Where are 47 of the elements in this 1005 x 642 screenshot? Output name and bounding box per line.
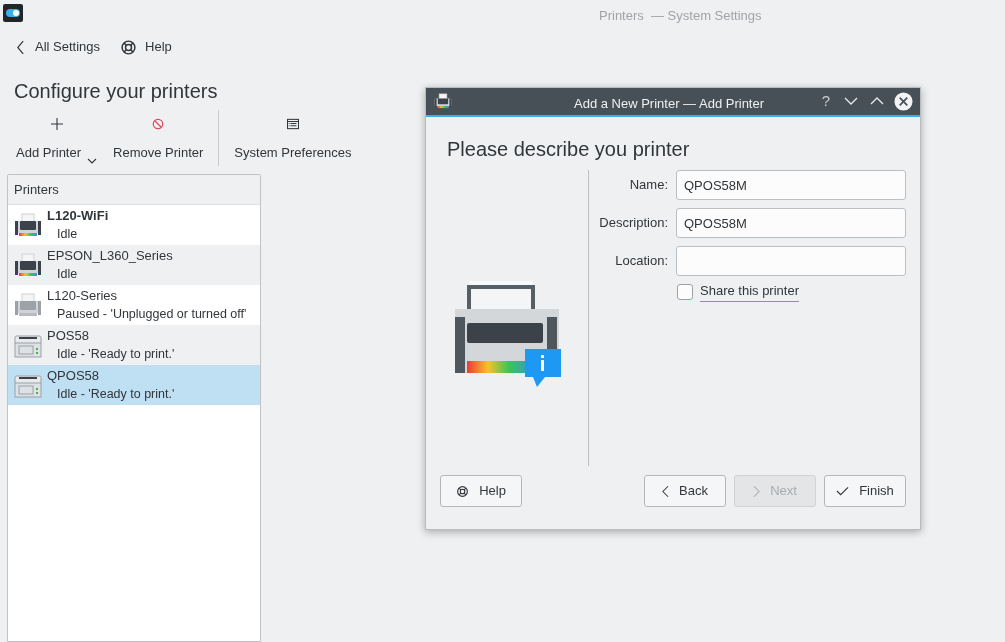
share-checkbox[interactable]: Share this printer bbox=[677, 281, 906, 302]
prohibited-icon bbox=[152, 118, 165, 130]
printer-status: Idle bbox=[56, 226, 79, 243]
maximize-icon[interactable] bbox=[870, 97, 884, 105]
printer-row[interactable]: POS58 Idle - 'Ready to print.' bbox=[8, 325, 260, 365]
close-icon[interactable] bbox=[894, 91, 913, 111]
dialog-heading: Please describe you printer bbox=[447, 137, 691, 162]
field-label: Name: bbox=[628, 176, 668, 195]
printer-status: Idle - 'Ready to print.' bbox=[56, 386, 175, 403]
printer-name: L120-WiFi bbox=[47, 207, 109, 225]
app-icon bbox=[3, 4, 23, 22]
plus-icon bbox=[50, 118, 63, 130]
minimize-icon[interactable] bbox=[844, 97, 858, 105]
dialog-title: Add a New Printer — Add Printer bbox=[574, 95, 765, 113]
page-heading: Configure your printers bbox=[14, 79, 218, 104]
text-field[interactable]: QPOS58M bbox=[676, 208, 906, 238]
checkmark-icon bbox=[836, 486, 850, 496]
list-header: Printers bbox=[8, 175, 260, 205]
text-field[interactable] bbox=[676, 246, 906, 276]
help-button[interactable]: Help bbox=[440, 475, 522, 507]
printer-status: Idle - 'Ready to print.' bbox=[56, 346, 175, 363]
printer-row[interactable]: QPOS58 Idle - 'Ready to print.' bbox=[8, 365, 260, 405]
printer-name: POS58 bbox=[47, 327, 90, 345]
remove-printer-button[interactable]: Remove Printer bbox=[105, 114, 212, 162]
preferences-icon bbox=[286, 118, 299, 130]
context-help-button[interactable]: ? bbox=[818, 91, 834, 111]
finish-button[interactable]: Finish bbox=[824, 475, 906, 507]
field-label: Location: bbox=[614, 252, 668, 271]
printer-icon bbox=[434, 92, 452, 110]
printer-row[interactable]: EPSON_L360_Series Idle bbox=[8, 245, 260, 285]
add-printer-button[interactable]: Add Printer bbox=[8, 114, 106, 162]
lifebuoy-icon bbox=[456, 484, 470, 498]
printer-status: Paused - 'Unplugged or turned off' bbox=[56, 306, 247, 323]
help-button[interactable]: Help bbox=[118, 33, 174, 61]
back-button[interactable]: Back bbox=[644, 475, 726, 507]
system-preferences-button[interactable]: System Preferences bbox=[226, 114, 360, 162]
lifebuoy-icon bbox=[120, 38, 138, 56]
all-settings-button[interactable]: All Settings bbox=[14, 33, 103, 61]
checkbox-indicator[interactable] bbox=[677, 283, 693, 300]
window-title: Printers — System Settings bbox=[599, 7, 762, 25]
printer-name: QPOS58 bbox=[47, 367, 101, 385]
printer-status: Idle bbox=[56, 266, 79, 283]
dropdown-caret-icon bbox=[87, 158, 98, 164]
printer-name: L120-Series bbox=[47, 287, 119, 305]
text-field[interactable]: QPOS58M bbox=[676, 170, 906, 200]
printer-name: EPSON_L360_Series bbox=[47, 247, 173, 265]
field-label: Description: bbox=[598, 214, 668, 233]
